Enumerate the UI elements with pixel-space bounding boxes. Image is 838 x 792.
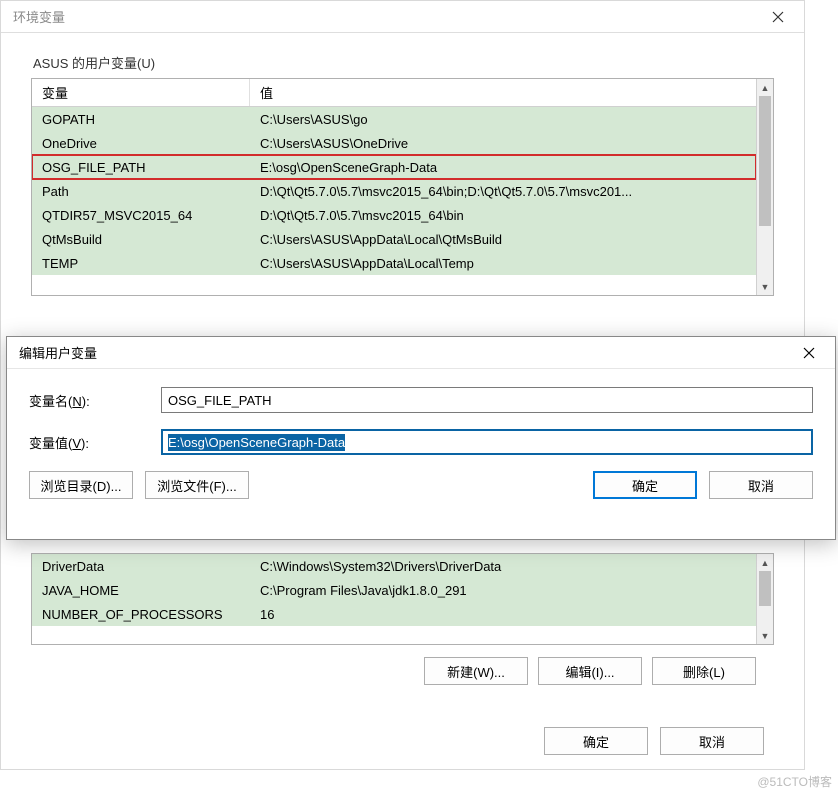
cell-variable: TEMP (32, 256, 250, 271)
table-row[interactable]: GOPATHC:\Users\ASUS\go (32, 107, 756, 131)
cell-value: E:\osg\OpenSceneGraph-Data (250, 160, 756, 175)
table-header: 变量 值 (32, 79, 756, 107)
new-button[interactable]: 新建(W)... (424, 657, 528, 685)
cell-value: C:\Users\ASUS\OneDrive (250, 136, 756, 151)
table-row[interactable]: NUMBER_OF_PROCESSORS16 (32, 602, 756, 626)
browse-file-button[interactable]: 浏览文件(F)... (145, 471, 249, 499)
cell-variable: OSG_FILE_PATH (32, 160, 250, 175)
scroll-up-icon[interactable]: ▲ (757, 554, 773, 571)
system-vars-tbody: DriverDataC:\Windows\System32\Drivers\Dr… (32, 554, 756, 626)
cancel-button[interactable]: 取消 (660, 727, 764, 755)
scroll-thumb[interactable] (759, 96, 771, 226)
col-header-variable[interactable]: 变量 (32, 79, 250, 106)
scroll-down-icon[interactable]: ▼ (757, 627, 773, 644)
scrollbar[interactable]: ▲ ▼ (756, 79, 773, 295)
edit-user-var-dialog: 编辑用户变量 变量名(N): 变量值(V): E:\osg\OpenSceneG… (6, 336, 836, 540)
selected-value-text: E:\osg\OpenSceneGraph-Data (168, 434, 345, 451)
user-vars-table-wrap: 变量 值 GOPATHC:\Users\ASUS\goOneDriveC:\Us… (31, 78, 774, 296)
cell-variable: Path (32, 184, 250, 199)
cell-variable: DriverData (32, 559, 250, 574)
var-name-label: 变量名(N): (29, 391, 161, 410)
cell-value: C:\Users\ASUS\go (250, 112, 756, 127)
scroll-track[interactable] (757, 571, 773, 627)
user-vars-tbody: GOPATHC:\Users\ASUS\goOneDriveC:\Users\A… (32, 107, 756, 275)
var-value-input[interactable]: E:\osg\OpenSceneGraph-Data (161, 429, 813, 455)
system-vars-buttons: 新建(W)... 编辑(I)... 删除(L) (31, 657, 774, 685)
cell-variable: NUMBER_OF_PROCESSORS (32, 607, 250, 622)
titlebar[interactable]: 环境变量 (1, 1, 804, 33)
cell-value: D:\Qt\Qt5.7.0\5.7\msvc2015_64\bin (250, 208, 756, 223)
table-row[interactable]: DriverDataC:\Windows\System32\Drivers\Dr… (32, 554, 756, 578)
scroll-track[interactable] (757, 96, 773, 278)
table-row[interactable]: OneDriveC:\Users\ASUS\OneDrive (32, 131, 756, 155)
scroll-down-icon[interactable]: ▼ (757, 278, 773, 295)
user-vars-table[interactable]: 变量 值 GOPATHC:\Users\ASUS\goOneDriveC:\Us… (32, 79, 756, 295)
scroll-thumb[interactable] (759, 571, 771, 606)
scrollbar[interactable]: ▲ ▼ (756, 554, 773, 644)
table-row[interactable]: QtMsBuildC:\Users\ASUS\AppData\Local\QtM… (32, 227, 756, 251)
table-row[interactable]: OSG_FILE_PATHE:\osg\OpenSceneGraph-Data (32, 155, 756, 179)
cell-variable: QtMsBuild (32, 232, 250, 247)
dialog-title: 编辑用户变量 (19, 343, 97, 362)
spacer (261, 471, 581, 499)
dialog-footer: 确定 取消 (544, 727, 764, 755)
dialog-title: 环境变量 (13, 7, 65, 26)
cell-variable: QTDIR57_MSVC2015_64 (32, 208, 250, 223)
scroll-up-icon[interactable]: ▲ (757, 79, 773, 96)
cancel-button[interactable]: 取消 (709, 471, 813, 499)
cell-value: 16 (250, 607, 756, 622)
var-value-row: 变量值(V): E:\osg\OpenSceneGraph-Data (29, 429, 813, 455)
cell-value: C:\Program Files\Java\jdk1.8.0_291 (250, 583, 756, 598)
system-vars-section: DriverDataC:\Windows\System32\Drivers\Dr… (31, 553, 774, 685)
edit-dialog-buttons: 浏览目录(D)... 浏览文件(F)... 确定 取消 (7, 471, 835, 499)
cell-variable: GOPATH (32, 112, 250, 127)
dialog-body: 变量名(N): 变量值(V): E:\osg\OpenSceneGraph-Da… (7, 369, 835, 455)
cell-variable: JAVA_HOME (32, 583, 250, 598)
var-value-label: 变量值(V): (29, 433, 161, 452)
col-header-value[interactable]: 值 (250, 79, 756, 106)
cell-value: C:\Users\ASUS\AppData\Local\QtMsBuild (250, 232, 756, 247)
system-vars-table[interactable]: DriverDataC:\Windows\System32\Drivers\Dr… (32, 554, 756, 644)
table-row[interactable]: QTDIR57_MSVC2015_64D:\Qt\Qt5.7.0\5.7\msv… (32, 203, 756, 227)
ok-button[interactable]: 确定 (544, 727, 648, 755)
cell-value: C:\Users\ASUS\AppData\Local\Temp (250, 256, 756, 271)
close-icon[interactable] (756, 2, 800, 32)
browse-dir-button[interactable]: 浏览目录(D)... (29, 471, 133, 499)
edit-button[interactable]: 编辑(I)... (538, 657, 642, 685)
table-row[interactable]: JAVA_HOMEC:\Program Files\Java\jdk1.8.0_… (32, 578, 756, 602)
table-row[interactable]: PathD:\Qt\Qt5.7.0\5.7\msvc2015_64\bin;D:… (32, 179, 756, 203)
system-vars-table-wrap: DriverDataC:\Windows\System32\Drivers\Dr… (31, 553, 774, 645)
cell-variable: OneDrive (32, 136, 250, 151)
dialog-body: ASUS 的用户变量(U) 变量 值 GOPATHC:\Users\ASUS\g… (1, 33, 804, 296)
var-name-input[interactable] (161, 387, 813, 413)
ok-button[interactable]: 确定 (593, 471, 697, 499)
titlebar[interactable]: 编辑用户变量 (7, 337, 835, 369)
user-vars-label: ASUS 的用户变量(U) (33, 53, 774, 72)
cell-value: D:\Qt\Qt5.7.0\5.7\msvc2015_64\bin;D:\Qt\… (250, 184, 756, 199)
watermark: @51CTO博客 (757, 773, 832, 790)
var-name-row: 变量名(N): (29, 387, 813, 413)
table-row[interactable]: TEMPC:\Users\ASUS\AppData\Local\Temp (32, 251, 756, 275)
close-icon[interactable] (787, 338, 831, 368)
delete-button[interactable]: 删除(L) (652, 657, 756, 685)
cell-value: C:\Windows\System32\Drivers\DriverData (250, 559, 756, 574)
